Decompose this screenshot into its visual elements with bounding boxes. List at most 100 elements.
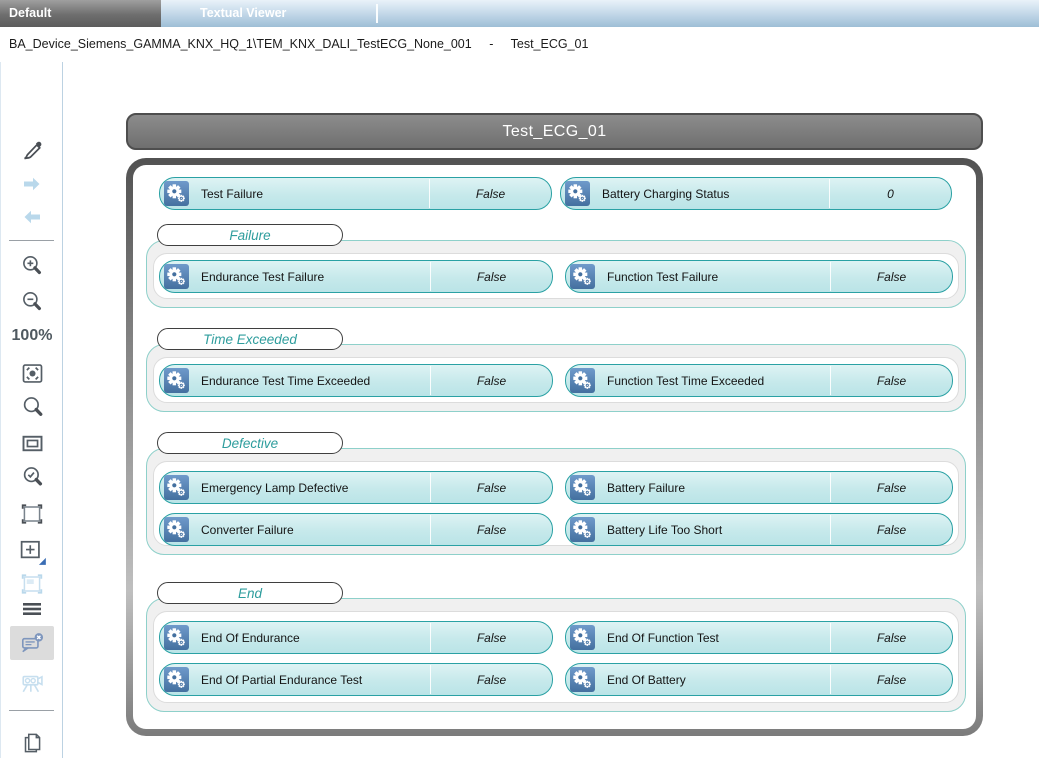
gears-icon xyxy=(570,264,595,289)
diagram-frame-inner: Test Failure False xyxy=(133,165,976,729)
datapoint-value: False xyxy=(831,481,952,495)
zoom-level-label: 100% xyxy=(12,327,53,345)
zoom-in-icon xyxy=(19,253,45,279)
datapoint-function-test-failure[interactable]: Function Test Failure False xyxy=(565,260,953,293)
copy-page-button[interactable] xyxy=(1,730,63,756)
tab-textual-viewer[interactable]: Textual Viewer xyxy=(161,0,376,27)
comment-off-icon xyxy=(19,630,45,656)
datapoint-label: Function Test Time Exceeded xyxy=(607,374,830,388)
group-defective-label: Defective xyxy=(157,432,343,454)
gears-icon xyxy=(164,667,189,692)
diagram-title-bar: Test_ECG_01 xyxy=(126,113,983,150)
datapoint-end-of-battery[interactable]: End Of Battery False xyxy=(565,663,953,696)
group-time-exceeded: Time Exceeded xyxy=(146,344,966,412)
select-region-button xyxy=(1,570,63,598)
tab-separator xyxy=(376,4,378,23)
selected-tool-highlight xyxy=(10,626,54,660)
datapoint-end-of-partial-endurance-test[interactable]: End Of Partial Endurance Test False xyxy=(159,663,553,696)
datapoint-label: End Of Partial Endurance Test xyxy=(201,673,430,687)
gears-icon xyxy=(570,517,595,542)
datapoint-value: False xyxy=(431,270,552,284)
magnifier-icon xyxy=(19,394,46,421)
hide-comments-button[interactable] xyxy=(1,626,63,660)
zoom-confirm-button[interactable] xyxy=(1,464,63,491)
datapoint-label: Function Test Failure xyxy=(607,270,830,284)
breadcrumb-bar: BA_Device_Siemens_GAMMA_KNX_HQ_1\TEM_KNX… xyxy=(0,27,1039,62)
zoom-region-button[interactable] xyxy=(1,500,63,528)
fit-to-view-icon xyxy=(19,360,46,387)
datapoint-battery-charging-status[interactable]: Battery Charging Status 0 xyxy=(560,177,952,210)
breadcrumb: BA_Device_Siemens_GAMMA_KNX_HQ_1\TEM_KNX… xyxy=(9,27,588,62)
datapoint-battery-failure[interactable]: Battery Failure False xyxy=(565,471,953,504)
gears-icon xyxy=(570,625,595,650)
breadcrumb-title: Test_ECG_01 xyxy=(511,37,589,51)
zoom-region-icon xyxy=(18,500,46,528)
datapoint-value: False xyxy=(431,481,552,495)
group-end-label: End xyxy=(157,582,343,604)
gears-icon xyxy=(570,368,595,393)
datapoint-label: End Of Function Test xyxy=(607,631,830,645)
datapoint-label: Battery Life Too Short xyxy=(607,523,830,537)
datapoint-label: End Of Endurance xyxy=(201,631,430,645)
layers-icon xyxy=(18,597,46,621)
pan-crosshair-button[interactable] xyxy=(1,536,63,566)
presentation-icon xyxy=(18,669,46,697)
group-time-exceeded-label: Time Exceeded xyxy=(157,328,343,350)
datapoint-value: False xyxy=(831,374,952,388)
actual-size-button[interactable] xyxy=(1,430,63,457)
presentation-button xyxy=(1,669,63,697)
app-window: Default Textual Viewer BA_Device_Siemens… xyxy=(0,0,1039,758)
fit-to-view-button[interactable] xyxy=(1,360,63,387)
annotate-pen-button[interactable] xyxy=(1,138,63,164)
datapoint-label: End Of Battery xyxy=(607,673,830,687)
gears-icon xyxy=(570,667,595,692)
viewer-toolbar: 100% xyxy=(0,62,63,758)
layers-button[interactable] xyxy=(1,597,63,621)
datapoint-converter-failure[interactable]: Converter Failure False xyxy=(159,513,553,546)
zoom-out-button[interactable] xyxy=(1,289,63,315)
breadcrumb-separator: - xyxy=(489,37,493,51)
zoom-level-indicator: 100% xyxy=(1,327,63,345)
datapoint-label: Endurance Test Time Exceeded xyxy=(201,374,430,388)
group-failure: Failure xyxy=(146,240,966,308)
back-arrow-icon xyxy=(20,205,44,229)
datapoint-end-of-function-test[interactable]: End Of Function Test False xyxy=(565,621,953,654)
datapoint-value: False xyxy=(831,523,952,537)
copy-page-icon xyxy=(19,730,45,756)
toolbar-divider xyxy=(9,240,54,241)
gears-icon xyxy=(565,181,590,206)
group-end: End xyxy=(146,598,966,712)
gears-icon xyxy=(164,181,189,206)
datapoint-label: Test Failure xyxy=(201,187,429,201)
diagram-frame: Test Failure False xyxy=(126,158,983,736)
gears-icon xyxy=(570,475,595,500)
crosshair-box-icon xyxy=(17,536,47,566)
group-failure-label: Failure xyxy=(157,224,343,246)
tab-default[interactable]: Default xyxy=(0,0,161,27)
datapoint-label: Battery Charging Status xyxy=(602,187,829,201)
datapoint-value: False xyxy=(431,523,552,537)
datapoint-end-of-endurance[interactable]: End Of Endurance False xyxy=(159,621,553,654)
breadcrumb-path: BA_Device_Siemens_GAMMA_KNX_HQ_1\TEM_KNX… xyxy=(9,37,472,51)
datapoint-emergency-lamp-defective[interactable]: Emergency Lamp Defective False xyxy=(159,471,553,504)
toolbar-divider xyxy=(9,710,54,711)
zoom-in-button[interactable] xyxy=(1,253,63,279)
datapoint-label: Endurance Test Failure xyxy=(201,270,430,284)
datapoint-function-test-time-exceeded[interactable]: Function Test Time Exceeded False xyxy=(565,364,953,397)
datapoint-value: False xyxy=(831,631,952,645)
datapoint-endurance-test-time-exceeded[interactable]: Endurance Test Time Exceeded False xyxy=(159,364,553,397)
pen-icon xyxy=(19,138,45,164)
magnifier-button[interactable] xyxy=(1,394,63,421)
gears-icon xyxy=(164,517,189,542)
datapoint-test-failure[interactable]: Test Failure False xyxy=(159,177,552,210)
diagram-title: Test_ECG_01 xyxy=(502,123,606,141)
forward-arrow-icon xyxy=(20,172,44,196)
datapoint-battery-life-too-short[interactable]: Battery Life Too Short False xyxy=(565,513,953,546)
gears-icon xyxy=(164,264,189,289)
datapoint-endurance-test-failure[interactable]: Endurance Test Failure False xyxy=(159,260,553,293)
datapoint-value: False xyxy=(431,673,552,687)
datapoint-value: False xyxy=(831,673,952,687)
datapoint-value: 0 xyxy=(830,187,951,201)
actual-size-icon xyxy=(19,430,46,457)
gears-icon xyxy=(164,625,189,650)
